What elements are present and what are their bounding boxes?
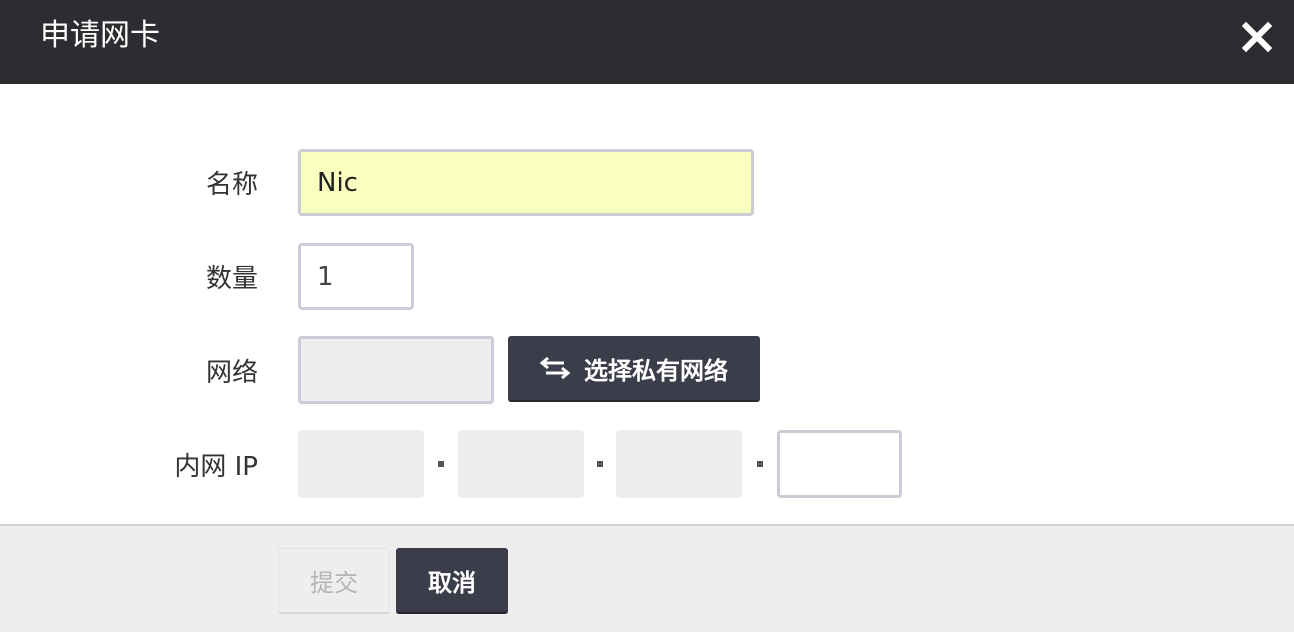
select-private-network-label: 选择私有网络 — [584, 356, 728, 385]
submit-button[interactable]: 提交 — [278, 548, 390, 614]
name-label: 名称 — [205, 170, 258, 200]
swap-arrows-icon — [539, 356, 571, 380]
dialog-footer: 提交 取消 — [0, 524, 1294, 632]
ip-segment-3-input[interactable] — [616, 430, 742, 498]
ip-separator-dot — [597, 461, 603, 467]
apply-nic-dialog: 申请网卡 名称 数量 网络 选择私有网络 内网 IP — [0, 0, 1294, 632]
private-ip-label: 内网 IP — [174, 452, 258, 482]
quantity-label: 数量 — [205, 264, 258, 294]
select-private-network-button[interactable]: 选择私有网络 — [508, 336, 760, 402]
dialog-title: 申请网卡 — [40, 18, 160, 53]
ip-segment-1-input[interactable] — [298, 430, 424, 498]
ip-separator-dot — [438, 461, 444, 467]
close-button[interactable] — [1242, 20, 1272, 54]
ip-segment-2-input[interactable] — [458, 430, 584, 498]
ip-separator-dot — [757, 461, 763, 467]
network-field[interactable] — [298, 336, 494, 404]
dialog-header: 申请网卡 — [0, 0, 1294, 84]
close-icon — [1242, 20, 1272, 54]
cancel-button[interactable]: 取消 — [396, 548, 508, 614]
quantity-input[interactable] — [298, 243, 414, 310]
name-input[interactable] — [298, 149, 754, 216]
ip-segment-4-input[interactable] — [777, 430, 902, 498]
network-label: 网络 — [205, 358, 258, 388]
